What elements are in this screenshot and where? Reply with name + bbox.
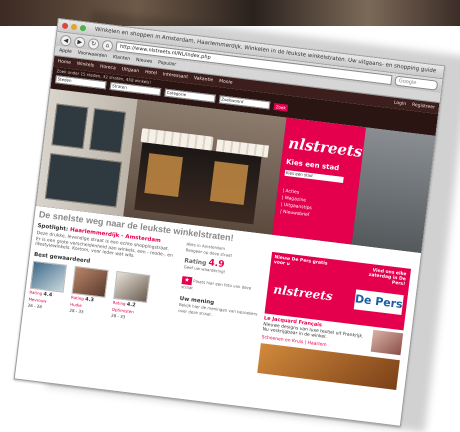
shop-thumbnail [71,265,109,298]
side-links: Alles in Amsterdam Reageer op deze straa… [178,241,266,323]
shop-thumbnail [113,270,151,303]
nlstreets-logo: nlstreets [287,134,364,162]
news-image [370,329,404,356]
hero-photo-right [351,127,436,253]
ad-nlstreets-logo: nlstreets [272,282,334,304]
nav-item[interactable]: Home [57,59,71,66]
ad-left-text: Nieuw De Pers gratis voor u [273,255,328,268]
shop-light [209,161,249,206]
bookmark-item[interactable]: Nieuws [136,58,153,65]
back-icon[interactable]: ◀ [59,33,72,47]
nav-item[interactable]: Uitgaan [121,67,139,74]
reload-icon[interactable]: ↻ [87,37,100,50]
hero-photo-left [35,88,138,217]
de-pers-logo: De Pers [353,289,404,316]
zoom-window-button[interactable] [79,24,87,32]
home-icon[interactable]: ⌂ [101,39,114,52]
shop-window [44,153,122,208]
storefront [134,142,262,225]
nav-item[interactable]: Hotel [145,70,157,76]
photo-link[interactable]: Plaats hier een foto van deze straat [181,278,252,290]
bookmark-item[interactable]: Voorwaarden [77,51,107,60]
nav-item[interactable]: Mooie [219,79,233,86]
zoek-button[interactable]: Zoek [273,102,289,112]
ad-right-text: Vind ons elke zaterdag in De Pers! [368,268,407,288]
shop-card[interactable]: Rating 4.2 Optimisten 28 - 33 [111,270,151,322]
bookmark-item[interactable]: Populair [158,61,177,68]
shop-card[interactable]: Rating 4.4 Mevrouw 26 - 28 [28,260,68,311]
photo-row: ★ Plaats hier een foto van deze straat [181,276,262,300]
shop-window [51,103,89,150]
shop-card[interactable]: Rating 4.3 Hudie 28 - 33 [69,265,109,316]
panel-links: | Acties | Magazine | Uitgaanstips | Nie… [280,188,353,224]
nav-item[interactable]: Winkels [77,62,95,69]
shop-thumbnail [29,260,68,293]
forward-icon[interactable]: ▶ [73,35,86,48]
rating-number: 4.4 [43,290,53,298]
nav-item[interactable]: Interessant [162,72,188,80]
login-link[interactable]: Login [394,101,407,107]
shop-light [144,153,183,197]
bookmark-item[interactable]: Apple [59,48,72,55]
browser-window: Winkelen en shoppen in Amsterdam, Haarle… [13,18,446,427]
left-column: Spotlight: Haarlemmerdijk - Amsterdam De… [23,223,268,372]
minimize-window-button[interactable] [70,23,78,31]
bookmark-item[interactable]: Klanten [113,55,131,62]
city-panel: nlstreets Kies een stad Kies een stad | … [272,117,366,245]
rating-number: 4.2 [126,301,136,309]
right-column: Nieuw De Pers gratis voor u Vind ons elk… [257,251,412,390]
register-link[interactable]: Registreer [412,103,435,111]
shop-window [89,108,127,154]
nav-item[interactable]: Vakantie [194,76,214,83]
nav-item[interactable]: Horeca [100,64,116,71]
close-window-button[interactable] [61,22,69,30]
rating-number: 4.3 [84,295,95,303]
